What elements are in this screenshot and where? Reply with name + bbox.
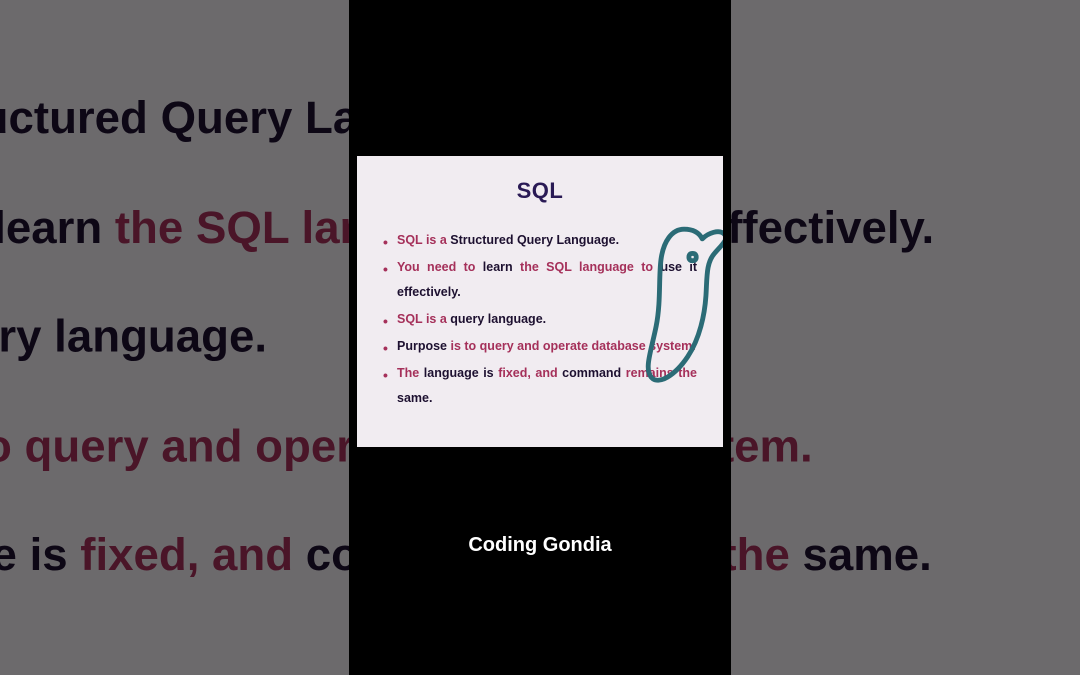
text-segment: SQL is a [397,312,450,326]
stage: SQL is a Structured Query Language.You n… [0,0,1080,675]
text-segment: Purpose [397,339,451,353]
text-segment: learn [483,260,520,274]
text-segment: The [397,366,424,380]
bullet-item: You need to learn the SQL language to us… [383,255,697,305]
bullet-list: SQL is a Structured Query Language.You n… [383,228,697,411]
text-segment: language is [424,366,498,380]
text-segment: is to query and operate database system. [451,339,696,353]
text-segment: command [562,366,626,380]
slide-card: SQL SQL is a Structured Query Language.Y… [357,156,723,447]
text-segment: You need to [397,260,483,274]
text-segment: SQL is a [397,233,450,247]
bullet-item: Purpose is to query and operate database… [383,334,697,359]
channel-caption: Coding Gondia [349,534,731,557]
text-segment: Structured Query Language. [450,233,619,247]
text-segment: fixed, and [498,366,562,380]
text-segment: same. [397,391,432,405]
vertical-strip: SQL SQL is a Structured Query Language.Y… [349,0,731,675]
bullet-item: The language is fixed, and command remai… [383,361,697,411]
text-segment: the SQL language to [520,260,660,274]
bullet-item: SQL is a Structured Query Language. [383,228,697,253]
text-segment: query language. [450,312,546,326]
text-segment: remains the [626,366,697,380]
slide-title: SQL [383,178,697,204]
bullet-item: SQL is a query language. [383,307,697,332]
